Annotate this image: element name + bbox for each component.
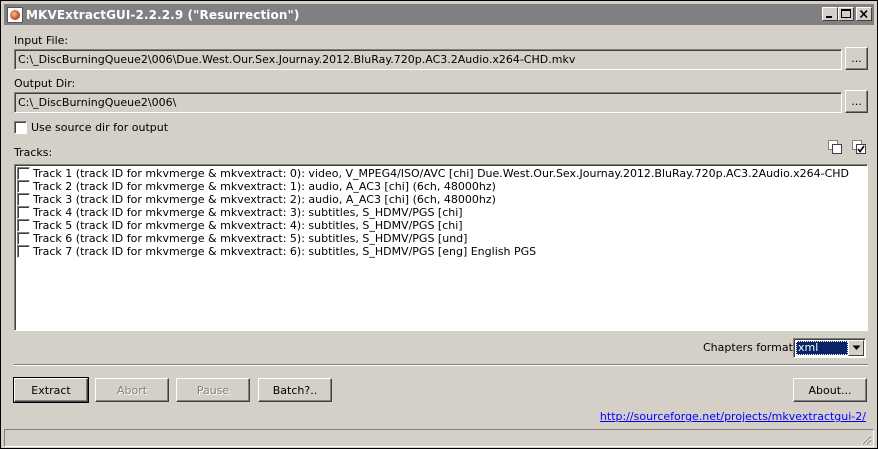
track-item[interactable]: Track 2 (track ID for mkvmerge & mkvextr… <box>17 180 865 193</box>
main-window: MKVExtractGUI-2.2.2.9 ("Resurrection") I… <box>0 0 878 449</box>
use-source-dir-option[interactable]: Use source dir for output <box>14 121 168 134</box>
track-label: Track 5 (track ID for mkvmerge & mkvextr… <box>33 219 463 232</box>
input-file-field[interactable]: C:\_DiscBurningQueue2\006\Due.West.Our.S… <box>14 49 842 70</box>
track-label: Track 3 (track ID for mkvmerge & mkvextr… <box>33 193 496 206</box>
close-icon <box>859 9 868 19</box>
divider <box>14 364 868 366</box>
track-item[interactable]: Track 6 (track ID for mkvmerge & mkvextr… <box>17 232 865 245</box>
use-source-dir-checkbox[interactable] <box>14 121 27 134</box>
minimize-icon <box>826 16 832 18</box>
track-label: Track 7 (track ID for mkvmerge & mkvextr… <box>33 245 537 258</box>
track-item[interactable]: Track 3 (track ID for mkvmerge & mkvextr… <box>17 193 865 206</box>
browse-output-button[interactable]: ... <box>845 90 868 113</box>
track-checkbox[interactable] <box>17 180 30 193</box>
track-item[interactable]: Track 1 (track ID for mkvmerge & mkvextr… <box>17 167 865 180</box>
resize-grip-icon[interactable] <box>860 433 872 445</box>
browse-input-button[interactable]: ... <box>845 47 868 70</box>
title-bar[interactable]: MKVExtractGUI-2.2.2.9 ("Resurrection") <box>4 4 874 25</box>
chapters-format-label: Chapters format: <box>703 341 797 354</box>
track-item[interactable]: Track 4 (track ID for mkvmerge & mkvextr… <box>17 206 865 219</box>
abort-button[interactable]: Abort <box>95 378 169 402</box>
track-checkbox[interactable] <box>17 232 30 245</box>
close-button[interactable] <box>856 7 872 21</box>
about-button[interactable]: About... <box>793 378 867 402</box>
select-all-icon[interactable] <box>827 139 843 155</box>
track-label: Track 1 (track ID for mkvmerge & mkvextr… <box>33 167 850 180</box>
pause-button[interactable]: Pause <box>176 378 250 402</box>
chapters-format-value: xml <box>796 341 848 355</box>
app-icon[interactable] <box>7 6 23 23</box>
chevron-down-icon[interactable] <box>848 340 864 356</box>
output-dir-field[interactable]: C:\_DiscBurningQueue2\006\ <box>14 92 842 113</box>
track-label: Track 2 (track ID for mkvmerge & mkvextr… <box>33 180 496 193</box>
window-controls <box>822 7 872 21</box>
extract-button[interactable]: Extract <box>13 377 89 403</box>
minimize-button[interactable] <box>822 7 838 21</box>
track-checkbox[interactable] <box>17 219 30 232</box>
batch-button[interactable]: Batch?.. <box>258 378 332 402</box>
chapters-format-select[interactable]: xml <box>793 338 866 358</box>
tracks-label: Tracks: <box>14 146 53 159</box>
track-item[interactable]: Track 7 (track ID for mkvmerge & mkvextr… <box>17 245 865 258</box>
tracks-list[interactable]: Track 1 (track ID for mkvmerge & mkvextr… <box>14 164 868 331</box>
track-item[interactable]: Track 5 (track ID for mkvmerge & mkvextr… <box>17 219 865 232</box>
output-dir-label: Output Dir: <box>14 77 76 90</box>
track-checkbox[interactable] <box>17 193 30 206</box>
track-label: Track 6 (track ID for mkvmerge & mkvextr… <box>33 232 468 245</box>
window-title: MKVExtractGUI-2.2.2.9 ("Resurrection") <box>26 7 300 22</box>
track-checkbox[interactable] <box>17 206 30 219</box>
track-label: Track 4 (track ID for mkvmerge & mkvextr… <box>33 206 463 219</box>
project-link[interactable]: http://sourceforge.net/projects/mkvextra… <box>600 410 866 423</box>
maximize-icon <box>841 9 851 18</box>
status-bar <box>4 429 874 447</box>
track-checkbox[interactable] <box>17 167 30 180</box>
track-checkbox[interactable] <box>17 245 30 258</box>
check-all-icon[interactable] <box>851 139 867 155</box>
input-file-label: Input File: <box>14 34 69 47</box>
maximize-button[interactable] <box>838 7 854 21</box>
use-source-dir-label: Use source dir for output <box>31 121 169 134</box>
